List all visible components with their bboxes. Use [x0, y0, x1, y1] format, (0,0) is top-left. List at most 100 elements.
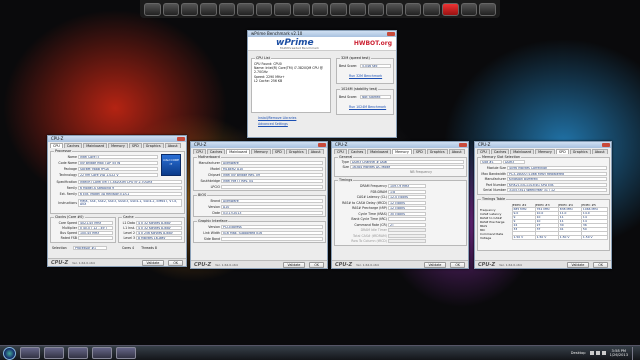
- tab-about[interactable]: About: [164, 143, 181, 148]
- taskbar-app-icon[interactable]: [44, 347, 64, 359]
- tab-memory[interactable]: Memory: [392, 149, 412, 154]
- ok-button[interactable]: OK: [593, 261, 608, 268]
- window-titlebar[interactable]: CPU-Z: [475, 142, 611, 148]
- field-label: Cycle Time (tRAS): [358, 211, 387, 216]
- ok-button[interactable]: OK: [309, 261, 324, 268]
- dock-app-icon[interactable]: [330, 2, 347, 16]
- tab-about[interactable]: About: [307, 149, 324, 154]
- clock[interactable]: 3:58 PM 1/26/2013: [610, 349, 628, 358]
- taskbar-app-icon[interactable]: [92, 347, 112, 359]
- show-desktop-button[interactable]: [632, 346, 637, 360]
- dock-app-icon[interactable]: [293, 2, 310, 16]
- field-label: Module Size: [486, 166, 506, 171]
- timings-table: JEDEC #2 JEDEC #3 JEDEC #4 JEDEC #5 Frequen…: [480, 203, 609, 240]
- tab-memory[interactable]: Memory: [108, 143, 128, 148]
- validate-button[interactable]: Validate: [423, 261, 447, 268]
- tab-graphics[interactable]: Graphics: [569, 149, 591, 154]
- processor-select[interactable]: Processor #1: [73, 246, 107, 251]
- volume-icon[interactable]: [601, 351, 606, 355]
- tab-caches[interactable]: Caches: [206, 149, 226, 154]
- version-label: Ver. 1.64.0.x64: [499, 262, 522, 267]
- dock-app-icon[interactable]: [367, 2, 385, 16]
- tab-cpu[interactable]: CPU: [334, 149, 347, 154]
- intel-core-i7-logo: intel CORE i7: [161, 154, 181, 176]
- tab-bar: CPU Caches Mainboard Memory SPD Graphics About: [191, 148, 327, 154]
- tab-memory[interactable]: Memory: [535, 149, 555, 154]
- dock-app-icon[interactable]: [311, 2, 329, 16]
- close-button[interactable]: [177, 137, 185, 141]
- tab-spd[interactable]: SPD: [412, 149, 426, 154]
- network-icon[interactable]: [595, 351, 600, 355]
- wprime-subtitle: Multithreaded Benchmark: [280, 46, 319, 50]
- dock-app-icon[interactable]: [237, 2, 254, 16]
- tab-caches[interactable]: Caches: [347, 149, 367, 154]
- window-titlebar[interactable]: CPU-Z: [191, 142, 327, 148]
- dock-app-icon[interactable]: [442, 2, 459, 16]
- tab-cpu[interactable]: CPU: [50, 143, 63, 148]
- cpu-list: CPU Found: CPU0 Name: Intel(R) Core(TM) …: [252, 59, 330, 86]
- table-cell: 1.50 V: [580, 235, 609, 240]
- tab-about[interactable]: About: [448, 149, 465, 154]
- dock-app-icon[interactable]: [479, 2, 496, 16]
- window-titlebar[interactable]: CPU-Z: [332, 142, 468, 148]
- taskbar-app-icon[interactable]: [20, 347, 40, 359]
- dock-app-icon[interactable]: [386, 2, 403, 16]
- tab-spd[interactable]: SPD: [128, 143, 142, 148]
- run-32m-button[interactable]: Run 32M Benchmark: [349, 74, 382, 78]
- field-row: Manufacturer Alienware: [196, 161, 323, 166]
- install-libraries-link[interactable]: Install/Remove Libraries: [258, 116, 296, 120]
- dock-app-icon[interactable]: [255, 2, 273, 16]
- advanced-settings-link[interactable]: Advanced Settings: [258, 122, 288, 126]
- validate-button[interactable]: Validate: [141, 259, 165, 266]
- flag-icon[interactable]: [589, 351, 594, 355]
- dock-app-icon[interactable]: [162, 2, 180, 16]
- dock-app-icon[interactable]: [144, 2, 161, 16]
- start-button[interactable]: [3, 346, 16, 360]
- taskbar-app-icon[interactable]: [116, 347, 136, 359]
- dock-app-icon[interactable]: [460, 2, 478, 16]
- tab-mainboard[interactable]: Mainboard: [83, 143, 108, 148]
- dock-app-icon[interactable]: [274, 2, 291, 16]
- close-button[interactable]: [602, 143, 610, 147]
- window-title: wPrime Benchmark v2.10: [251, 31, 303, 36]
- cpuz-spd-window: CPU-Z CPU Caches Mainboard Memory SPD Graphic…: [474, 141, 612, 269]
- dock-app-icon[interactable]: [218, 2, 236, 16]
- validate-button[interactable]: Validate: [566, 261, 590, 268]
- close-button[interactable]: [459, 143, 467, 147]
- field-row: Ext. Family 6 Ext. Model 3A Revision E1/L…: [53, 192, 182, 197]
- window-titlebar[interactable]: CPU-Z: [48, 136, 186, 142]
- ok-button[interactable]: OK: [450, 261, 465, 268]
- dock-app-icon[interactable]: [348, 2, 366, 16]
- tab-cpu[interactable]: CPU: [477, 149, 490, 154]
- taskbar-app-icon[interactable]: [68, 347, 88, 359]
- slot-select[interactable]: Slot #1: [480, 160, 502, 165]
- close-button[interactable]: [387, 32, 395, 36]
- validate-button[interactable]: Validate: [282, 261, 306, 268]
- dock-app-icon[interactable]: [181, 2, 198, 16]
- tab-mainboard[interactable]: Mainboard: [367, 149, 392, 154]
- field-label: Instructions: [58, 200, 77, 205]
- dock-app-icon[interactable]: [423, 2, 440, 16]
- field-row: Level 24 x 256 KBytes 8-way: [121, 231, 182, 236]
- dock-app-icon[interactable]: [404, 2, 422, 16]
- ok-button[interactable]: OK: [168, 259, 183, 266]
- run-1024m-button[interactable]: Run 1024M Benchmark: [349, 105, 386, 109]
- tab-caches[interactable]: Caches: [63, 143, 83, 148]
- close-button[interactable]: [318, 143, 326, 147]
- tab-spd[interactable]: SPD: [271, 149, 285, 154]
- tab-mainboard[interactable]: Mainboard: [226, 149, 251, 154]
- dock-app-icon[interactable]: [199, 2, 217, 16]
- tab-memory[interactable]: Memory: [251, 149, 271, 154]
- tab-mainboard[interactable]: Mainboard: [510, 149, 535, 154]
- field-row: Model M18xR2 A10: [196, 167, 323, 172]
- tab-graphics[interactable]: Graphics: [285, 149, 307, 154]
- tab-caches[interactable]: Caches: [490, 149, 510, 154]
- tab-spd[interactable]: SPD: [555, 149, 569, 154]
- desktop-toolbar-label[interactable]: Desktop: [571, 351, 586, 355]
- tab-cpu[interactable]: CPU: [193, 149, 206, 154]
- tab-graphics[interactable]: Graphics: [426, 149, 448, 154]
- tab-graphics[interactable]: Graphics: [142, 143, 164, 148]
- tab-about[interactable]: About: [591, 149, 608, 154]
- field-value: Ivy Bridge Max TDP 55 W: [78, 161, 158, 166]
- field-label: Manufacturer: [484, 177, 506, 182]
